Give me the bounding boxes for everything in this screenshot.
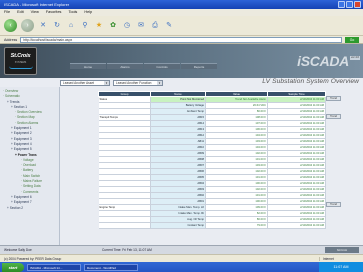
print-icon[interactable]: ⎙ (150, 21, 160, 31)
tree-item-label: Equipment 7 (13, 200, 32, 205)
table-body: Status Point Not Monitored Trend Not Avail… (98, 96, 326, 229)
tree-item-label: Section Overview (16, 110, 42, 115)
window-titlebar: ISCADA - Microsoft Internet Explorer (0, 0, 363, 9)
current-time: Current Time: Fri Feb 13, 11:07 AM (102, 248, 152, 252)
address-bar: Address http://localhost/iscada/main.asp… (0, 36, 363, 44)
welcome-text: Welcome Sally Doe (4, 248, 32, 252)
history-icon[interactable]: ◷ (122, 21, 132, 31)
tree-item-label: Battery (22, 168, 34, 173)
mail-icon[interactable]: ✉ (136, 21, 146, 31)
forward-button[interactable]: › (21, 19, 34, 32)
tree-item-label: Equipment 3 (13, 136, 32, 141)
taskbar-item-wordpad[interactable]: Document - WordPad (84, 263, 138, 271)
tab-reports[interactable]: Reports (181, 63, 217, 69)
version-badge: ver 4.0 (350, 56, 360, 60)
edit-icon[interactable]: ✎ (164, 21, 174, 31)
stop-icon[interactable]: ✕ (38, 21, 48, 31)
footer-logo: St.Croix (325, 247, 359, 253)
tab-home[interactable]: Home (70, 63, 106, 69)
site-select-value: Leased Another Asset (63, 80, 95, 85)
browser-toolbar: ‹ › ✕ ↻ ⌂ ⚲ ★ ✿ ◷ ✉ ⎙ ✎ (0, 16, 363, 36)
tree-item-label: Overview (4, 89, 19, 93)
address-label: Address (4, 37, 18, 42)
sidebar-tree: · Overview · Schematic + Trends + Section 1… (0, 87, 60, 245)
browser-status-bar: (c) 2004 Powered by: PEER Data Group Int… (0, 254, 363, 262)
menu-view[interactable]: View (31, 10, 39, 15)
search-icon[interactable]: ⚲ (80, 21, 90, 31)
function-select[interactable]: Leased Another Function ▾ (113, 79, 163, 86)
page-title: LV Substation System Overview (262, 78, 359, 85)
cell-name: Coolant Temp (150, 222, 206, 229)
tree-item-label: Voltage (22, 157, 34, 162)
minimize-button[interactable] (338, 1, 345, 8)
menu-help[interactable]: Help (84, 10, 92, 15)
menu-favorites[interactable]: Favorites (46, 10, 62, 15)
menu-tools[interactable]: Tools (68, 10, 77, 15)
tree-item-label: Equipment 1 (13, 126, 32, 131)
site-select[interactable]: Leased Another Asset ▾ (60, 79, 110, 86)
address-input[interactable]: http://localhost/iscada/main.aspx (20, 36, 342, 43)
menu-edit[interactable]: Edit (17, 10, 24, 15)
trend-button[interactable]: Trend (326, 96, 341, 101)
logo-name: St.Croix (10, 53, 31, 59)
tree-item-label: Main Switch (22, 173, 41, 178)
chevron-down-icon: ▾ (104, 80, 109, 85)
tree-item-label: Equipment 6 (13, 194, 32, 199)
logo-swoosh-icon (8, 66, 33, 69)
trend-button[interactable]: Trend (326, 113, 341, 119)
tree-item-label: Trends (9, 99, 20, 104)
menu-bar: File Edit View Favorites Tools Help (0, 9, 363, 16)
menu-file[interactable]: File (4, 10, 10, 15)
favorites-icon[interactable]: ★ (94, 21, 104, 31)
tree-item-label: Section Map (16, 115, 35, 120)
window-controls (338, 1, 361, 8)
maximize-button[interactable] (346, 1, 353, 8)
cell-value: 79.00 F (205, 222, 268, 229)
tree-item-label: Section 2 (9, 205, 24, 210)
tree-item-label: Equipment 2 (13, 131, 32, 136)
tree-item-label: Power Trans (17, 152, 37, 157)
table-row[interactable]: Coolant Temp 79.00 F 2/13/2004 11:00 AM (98, 222, 326, 229)
chevron-down-icon: ▾ (157, 80, 162, 85)
forward-arrow-icon: › (26, 22, 29, 29)
tree-item-label: Setting Data (22, 184, 41, 189)
tree-item-label: Comments (22, 189, 39, 194)
brand-name: iSCADA (297, 53, 349, 69)
tree-node[interactable]: + Section 2 (3, 206, 59, 211)
go-button[interactable]: Go (345, 36, 359, 43)
cell-group (98, 222, 151, 229)
refresh-icon[interactable]: ↻ (52, 21, 62, 31)
nav-tabs: Home Alarms Controls Reports (70, 63, 217, 69)
tree-item-label: Equipment 4 (13, 141, 32, 146)
tree-item-label: Section 1 (13, 104, 28, 109)
taskbar: start ISCADA - Microsoft Int... Document… (0, 262, 363, 272)
logo-subtitle: SYSTEMS (14, 61, 27, 64)
tree-item-label: Schematic (4, 94, 20, 99)
media-icon[interactable]: ✿ (108, 21, 118, 31)
taskbar-item-browser[interactable]: ISCADA - Microsoft Int... (27, 263, 81, 271)
home-icon[interactable]: ⌂ (66, 21, 76, 31)
start-button[interactable]: start (2, 262, 24, 272)
cell-sample-time: 2/13/2004 11:00 AM (267, 222, 326, 229)
tree-item-label: Overload (22, 163, 36, 168)
tree-item-label: Mains Failure (22, 179, 43, 184)
status-message: (c) 2004 Powered by: PEER Data Group (4, 256, 62, 261)
function-select-value: Leased Another Function (116, 80, 152, 85)
close-button[interactable] (354, 1, 361, 8)
window-title: ISCADA - Microsoft Internet Explorer (4, 2, 70, 7)
app-status-strip: Welcome Sally Doe Current Time: Fri Feb … (0, 245, 363, 254)
trend-button[interactable]: Trend (326, 202, 341, 208)
tree-item-label: Section Alarms (16, 120, 39, 125)
system-clock: 11:07 AM (319, 262, 363, 272)
tree-item-label: Equipment 5 (13, 147, 32, 152)
main-panel: Group Name Value Sample Time Status Point… (62, 87, 363, 245)
data-table: Group Name Value Sample Time Status Point… (98, 91, 326, 229)
tab-controls[interactable]: Controls (144, 63, 180, 69)
tab-alarms[interactable]: Alarms (107, 63, 143, 69)
back-arrow-icon: ‹ (9, 22, 12, 29)
security-zone: Internet (319, 256, 359, 261)
company-logo[interactable]: St.Croix SYSTEMS (4, 47, 37, 75)
back-button[interactable]: ‹ (4, 19, 17, 32)
